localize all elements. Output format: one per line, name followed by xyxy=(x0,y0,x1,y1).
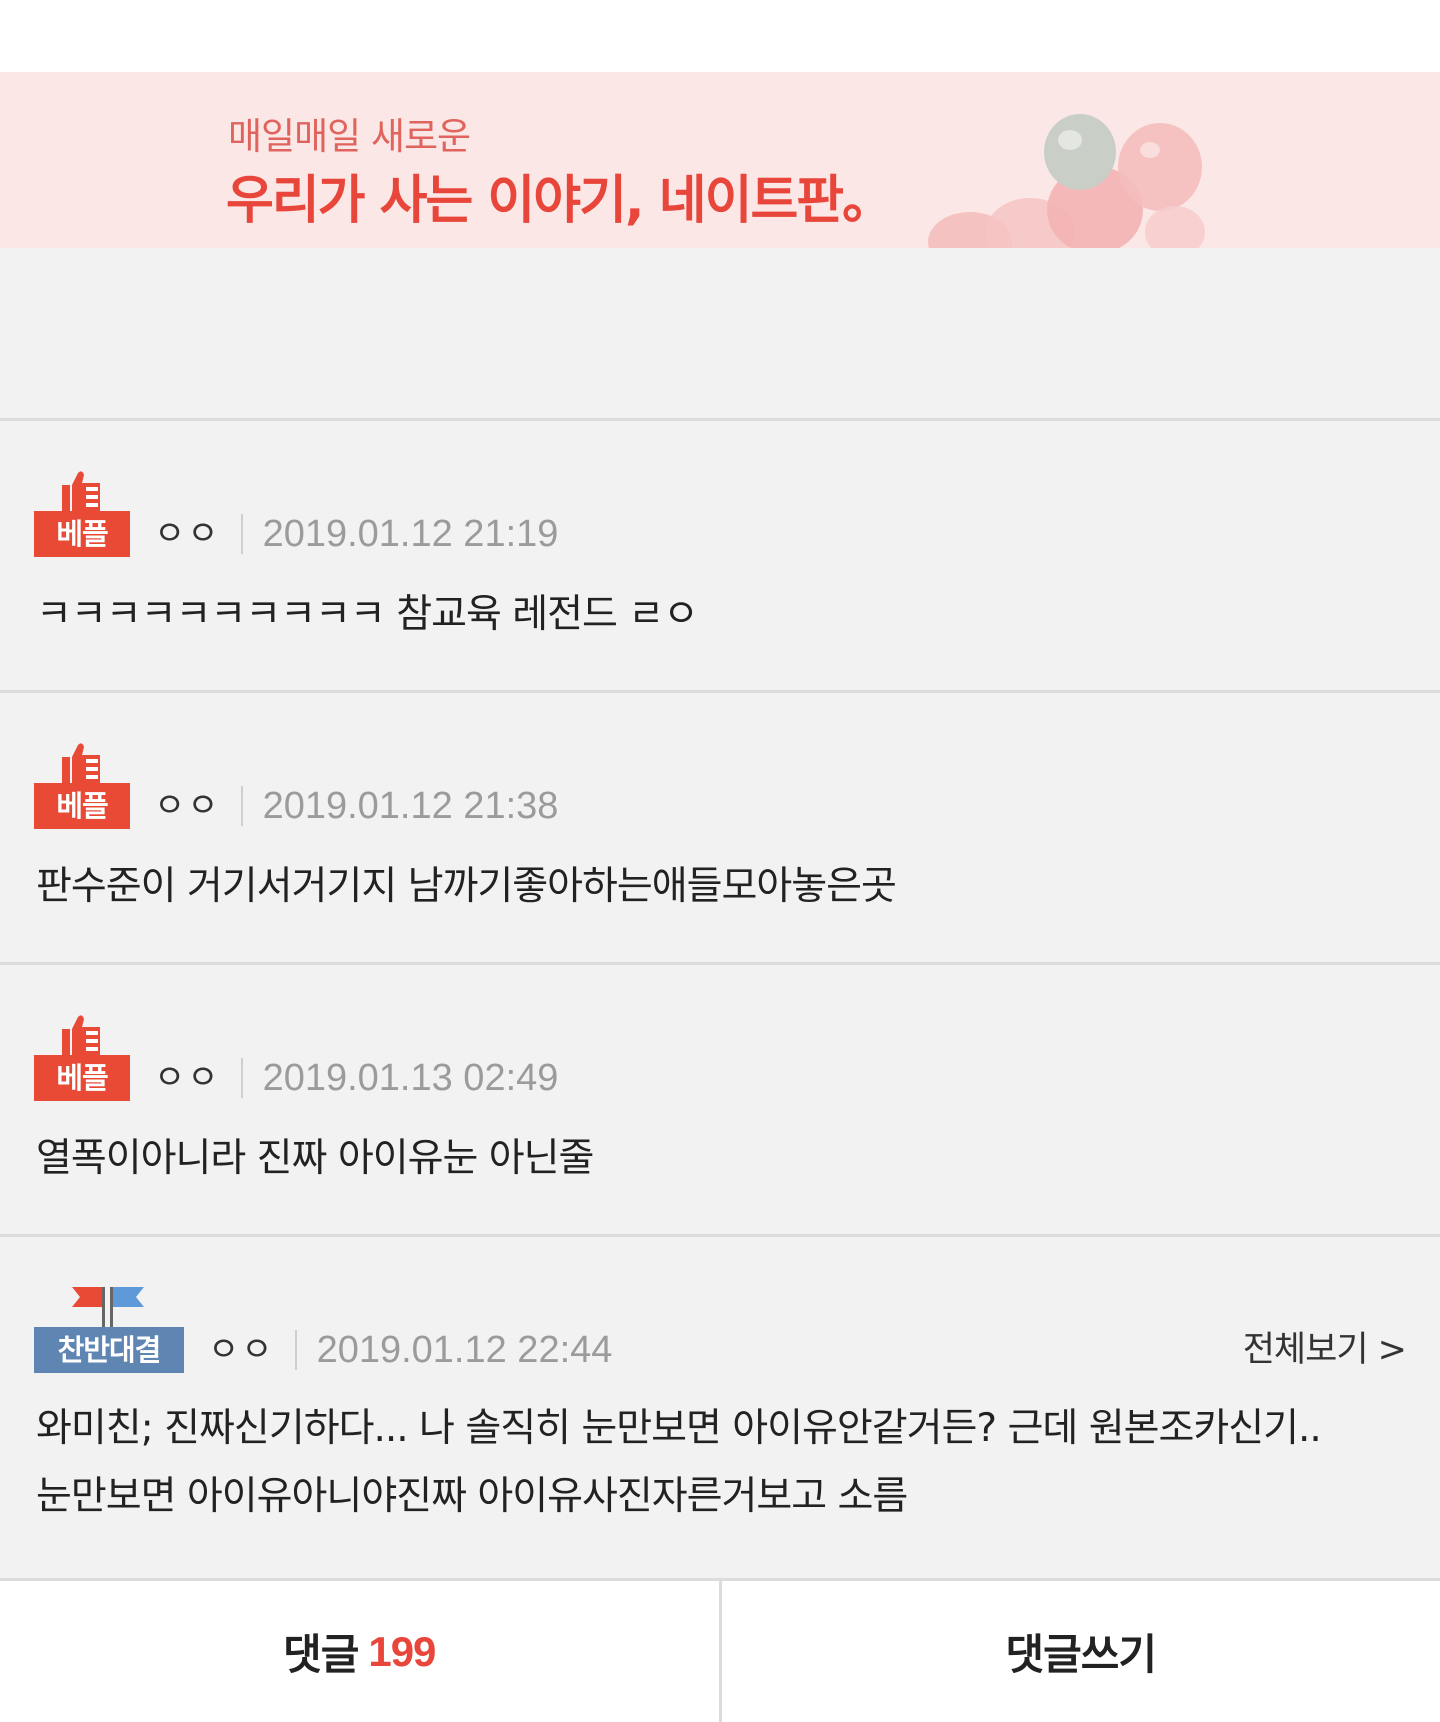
thumbs-up-icon xyxy=(62,743,100,783)
balloons-illustration xyxy=(928,114,1205,248)
thumbs-up-icon xyxy=(62,471,100,511)
best-badge: 베플 xyxy=(34,469,130,559)
debate-badge: 찬반대결 xyxy=(34,1285,184,1375)
best-badge: 베플 xyxy=(34,1013,130,1103)
comment-text: 판수준이 거기서거기지 남까기좋아하는애들모아놓은곳 xyxy=(36,864,897,909)
comment-author[interactable]: ㅇㅇ xyxy=(154,1055,221,1101)
comment-date: 2019.01.12 21:38 xyxy=(262,785,559,827)
comment-author[interactable]: ㅇㅇ xyxy=(154,783,221,829)
divider xyxy=(0,1234,1440,1237)
nate-pann-banner[interactable]: 매일매일 새로운 우리가 사는 이야기, 네이트판。 xyxy=(0,72,1440,248)
comment-date: 2019.01.12 22:44 xyxy=(316,1329,613,1371)
write-comment-button[interactable]: 댓글쓰기 xyxy=(718,1581,1440,1722)
comments-count-button[interactable]: 댓글 199 xyxy=(0,1581,719,1722)
comments-count: 199 xyxy=(368,1627,436,1675)
best-badge-label: 베플 xyxy=(34,783,130,829)
banner-title: 우리가 사는 이야기, 네이트판。 xyxy=(226,171,894,231)
view-all-link[interactable]: 전체보기 > xyxy=(1243,1327,1407,1373)
comment-text: ㅋㅋㅋㅋㅋㅋㅋㅋㅋㅋ 참교육 레전드 ㄹㅇ xyxy=(36,592,699,637)
comment-meta: ㅇㅇ 2019.01.12 21:38 xyxy=(154,783,558,829)
thumbs-up-icon xyxy=(62,1015,100,1055)
flags-icon xyxy=(72,1287,144,1327)
meta-separator xyxy=(294,1330,297,1370)
debate-badge-label: 찬반대결 xyxy=(34,1327,184,1373)
comment-date: 2019.01.12 21:19 xyxy=(262,513,559,555)
best-badge-label: 베플 xyxy=(34,511,130,557)
best-badge-label: 베플 xyxy=(34,1055,130,1101)
top-blank-area xyxy=(0,0,1440,72)
divider xyxy=(0,418,1440,421)
divider xyxy=(0,962,1440,965)
comment-date: 2019.01.13 02:49 xyxy=(262,1057,559,1099)
comment-text: 열폭이아니라 진짜 아이유눈 아닌줄 xyxy=(36,1136,594,1181)
comment-text-line1: 와미친; 진짜신기하다... 나 솔직히 눈만보면 아이유안같거든? 근데 원본… xyxy=(36,1406,1322,1451)
meta-separator xyxy=(240,786,243,826)
comments-label: 댓글 xyxy=(283,1630,359,1679)
divider xyxy=(0,690,1440,693)
bottom-action-bar: 댓글 199 댓글쓰기 xyxy=(0,1578,1440,1722)
meta-separator xyxy=(240,514,243,554)
comment-author[interactable]: ㅇㅇ xyxy=(154,511,221,557)
comment-meta: ㅇㅇ 2019.01.12 22:44 xyxy=(208,1327,612,1373)
write-comment-label: 댓글쓰기 xyxy=(1005,1630,1157,1679)
comment-meta: ㅇㅇ 2019.01.12 21:19 xyxy=(154,511,558,557)
comment-meta: ㅇㅇ 2019.01.13 02:49 xyxy=(154,1055,558,1101)
banner-subtitle: 매일매일 새로운 xyxy=(228,115,471,158)
comment-author[interactable]: ㅇㅇ xyxy=(208,1327,275,1373)
best-badge: 베플 xyxy=(34,741,130,831)
meta-separator xyxy=(240,1058,243,1098)
comment-text-line2: 눈만보면 아이유아니야진짜 아이유사진자른거보고 소름 xyxy=(36,1474,908,1519)
